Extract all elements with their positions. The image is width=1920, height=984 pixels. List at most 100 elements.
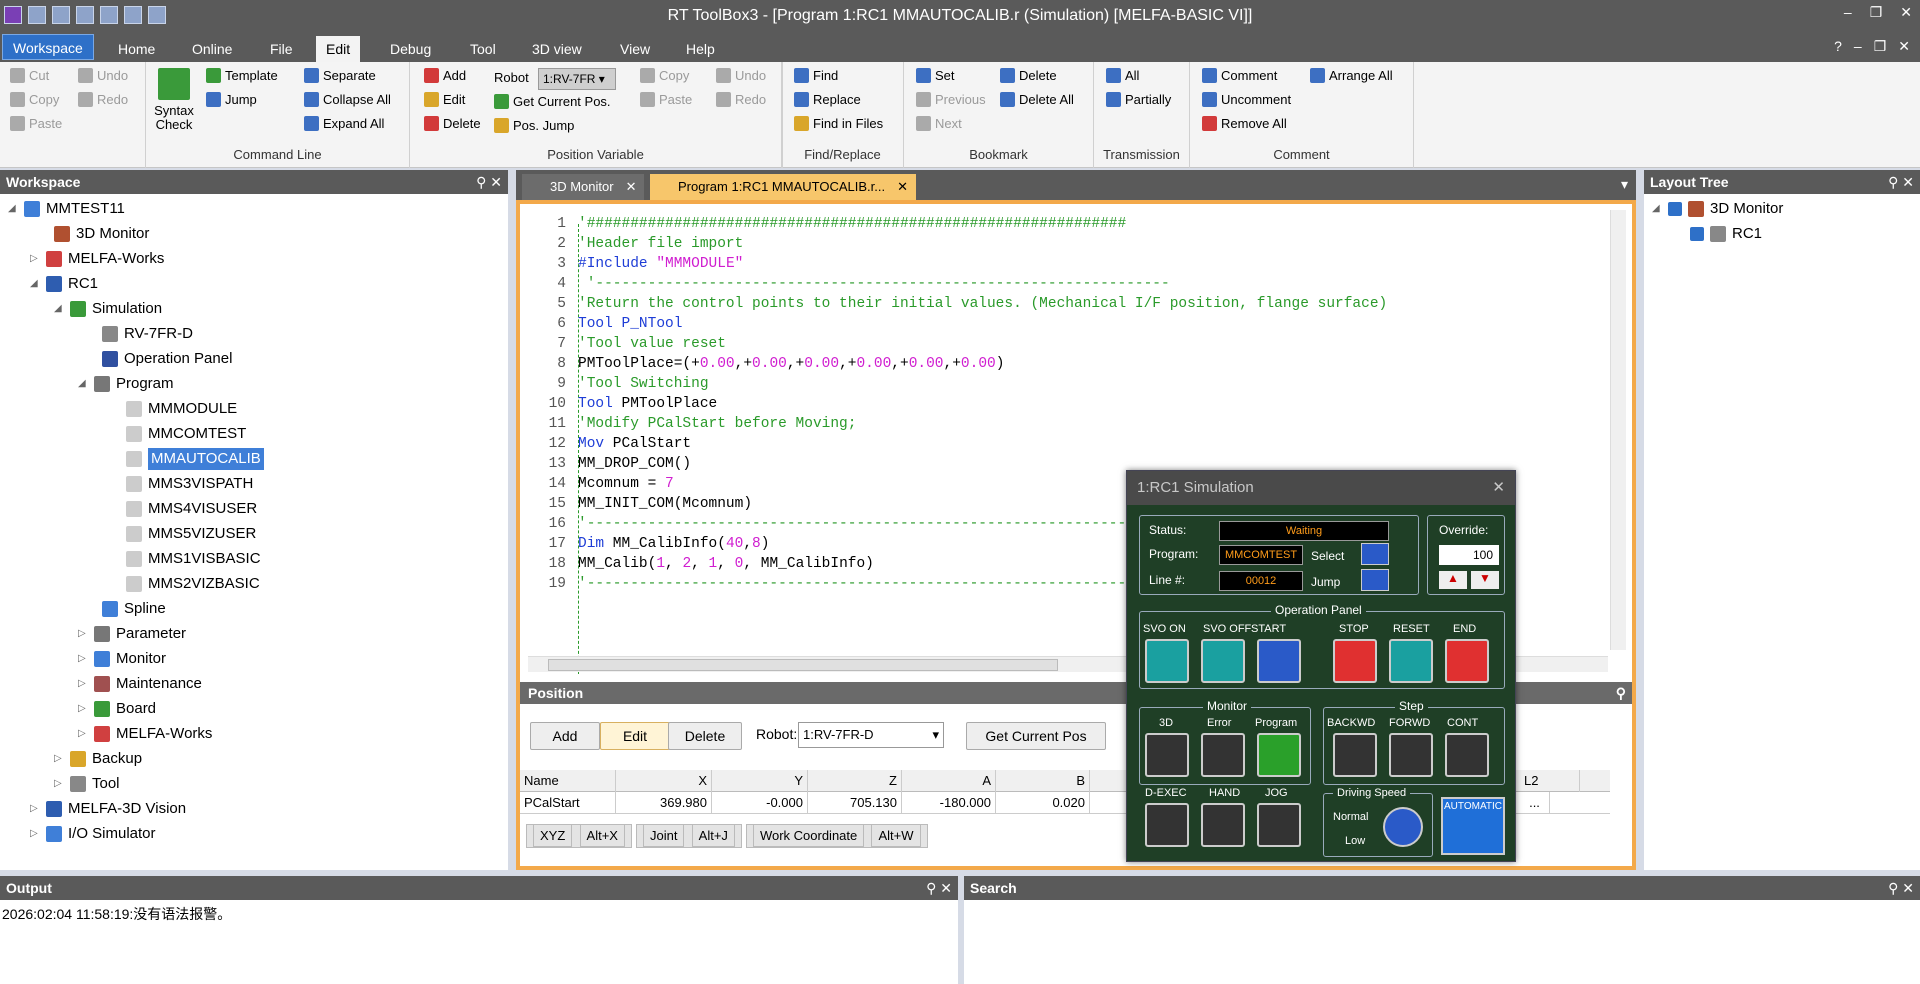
select-program-button[interactable]	[1361, 543, 1389, 565]
minimize-icon[interactable]: –	[1844, 4, 1852, 21]
find-in-files-button[interactable]: Find in Files	[794, 116, 883, 131]
tree-item-spline[interactable]: Spline	[86, 598, 166, 620]
tree-item-io-simulator[interactable]: ▷ I/O Simulator	[30, 823, 156, 845]
direct-exec-button[interactable]	[1145, 803, 1189, 847]
tree-item-project[interactable]: ◢ MMTEST11	[8, 198, 125, 220]
close-icon[interactable]: ✕	[1492, 471, 1505, 505]
tab-home[interactable]: Home	[108, 36, 165, 62]
layout-item-3d-monitor[interactable]: ◢ 3D Monitor	[1652, 198, 1783, 220]
close-icon[interactable]: ✕	[940, 880, 952, 896]
monitor-program-button[interactable]	[1257, 733, 1301, 777]
bookmark-previous-button[interactable]: Previous	[916, 92, 986, 107]
pin-icon[interactable]: ⚲	[476, 174, 486, 190]
pin-icon[interactable]: ⚲	[1888, 880, 1898, 896]
uncomment-button[interactable]: Uncomment	[1202, 92, 1291, 107]
start-button[interactable]	[1257, 639, 1301, 683]
tree-item-program-file[interactable]: MMMODULE	[110, 398, 237, 420]
tab-edit[interactable]: Edit	[316, 36, 361, 62]
row-more-button[interactable]: ...	[1520, 792, 1550, 814]
tab-debug[interactable]: Debug	[380, 36, 441, 62]
end-button[interactable]	[1445, 639, 1489, 683]
svo-on-button[interactable]	[1145, 639, 1189, 683]
svo-off-button[interactable]	[1201, 639, 1245, 683]
tab-online[interactable]: Online	[182, 36, 242, 62]
column-header-name[interactable]: Name	[520, 770, 616, 792]
column-header-l2[interactable]: L2	[1520, 770, 1580, 792]
pos-edit-button[interactable]: Edit	[424, 92, 465, 107]
tree-item-melfa-works[interactable]: ▷ MELFA-Works	[78, 723, 212, 745]
tab-view[interactable]: View	[610, 36, 660, 62]
paste-button[interactable]: Paste	[10, 116, 62, 131]
tab-work-coordinate[interactable]: Work Coordinate Alt+W	[745, 824, 928, 848]
column-header-y[interactable]: Y	[712, 770, 808, 792]
copy-button[interactable]: Copy	[10, 92, 59, 107]
position-robot-select[interactable]: 1:RV-7FR-D ▾	[798, 722, 944, 748]
mdi-restore-icon[interactable]: ❐	[1874, 38, 1887, 55]
separate-button[interactable]: Separate	[304, 68, 376, 83]
redo-button[interactable]: Redo	[78, 92, 128, 107]
close-tab-icon[interactable]: ✕	[626, 179, 637, 194]
pos-delete-button[interactable]: Delete	[424, 116, 481, 131]
find-button[interactable]: Find	[794, 68, 838, 83]
comment-button[interactable]: Comment	[1202, 68, 1277, 83]
arrange-all-button[interactable]: Arrange All	[1310, 68, 1393, 83]
tree-item-maintenance[interactable]: ▷ Maintenance	[78, 673, 202, 695]
tree-item-operation-panel[interactable]: Operation Panel	[86, 348, 232, 370]
hand-button[interactable]	[1201, 803, 1245, 847]
mdi-minimize-icon[interactable]: –	[1854, 38, 1862, 55]
transmit-partially-button[interactable]: Partially	[1106, 92, 1171, 107]
column-header-a[interactable]: A	[902, 770, 996, 792]
bookmark-delete-all-button[interactable]: Delete All	[1000, 92, 1074, 107]
position-get-current-pos-button[interactable]: Get Current Pos	[966, 722, 1106, 750]
bookmark-next-button[interactable]: Next	[916, 116, 962, 131]
tab-workspace[interactable]: Workspace	[2, 34, 94, 60]
monitor-3d-button[interactable]	[1145, 733, 1189, 777]
pos-add-button[interactable]: Add	[424, 68, 466, 83]
jump-line-button[interactable]	[1361, 569, 1389, 591]
get-current-pos-button[interactable]: Get Current Pos.	[494, 94, 611, 109]
tab-3d-monitor[interactable]: 3D Monitor ✕	[522, 174, 645, 200]
column-header-z[interactable]: Z	[808, 770, 902, 792]
column-header-b[interactable]: B	[996, 770, 1090, 792]
position-add-button[interactable]: Add	[530, 722, 600, 750]
override-up-button[interactable]: ▲	[1439, 571, 1467, 589]
tree-item-melfa-works[interactable]: ▷ MELFA-Works	[30, 248, 164, 270]
tree-item-robot[interactable]: RV-7FR-D	[86, 323, 193, 345]
pin-icon[interactable]: ⚲	[1888, 174, 1898, 190]
close-icon[interactable]: ✕	[490, 174, 502, 190]
tree-item-program-file[interactable]: MMS1VISBASIC	[110, 548, 261, 570]
tree-item-program-file[interactable]: MMS4VISUSER	[110, 498, 257, 520]
tree-item-program-file[interactable]: MMCOMTEST	[110, 423, 246, 445]
edit-paste-button[interactable]: Paste	[640, 92, 692, 107]
tab-joint[interactable]: Joint Alt+J	[635, 824, 742, 848]
layout-item-rc1[interactable]: RC1	[1690, 223, 1762, 245]
bookmark-delete-button[interactable]: Delete	[1000, 68, 1057, 83]
tab-tool[interactable]: Tool	[460, 36, 506, 62]
robot-select[interactable]: 1:RV-7FR ▾	[538, 68, 616, 90]
pos-jump-button[interactable]: Pos. Jump	[494, 118, 574, 133]
tree-item-program-file[interactable]: MMS5VIZUSER	[110, 523, 256, 545]
reset-button[interactable]	[1389, 639, 1433, 683]
close-icon[interactable]: ✕	[1902, 174, 1914, 190]
pin-icon[interactable]: ⚲	[926, 880, 936, 896]
bookmark-set-button[interactable]: Set	[916, 68, 955, 83]
checkbox-icon[interactable]	[1668, 202, 1682, 216]
tree-item-simulation[interactable]: ◢ Simulation	[54, 298, 162, 320]
tree-item-program-file[interactable]: MMS2VIZBASIC	[110, 573, 260, 595]
edit-redo-button[interactable]: Redo	[716, 92, 766, 107]
tree-item-melfa-3d-vision[interactable]: ▷ MELFA-3D Vision	[30, 798, 186, 820]
tree-item-3d-monitor[interactable]: 3D Monitor	[38, 223, 149, 245]
tree-item-monitor[interactable]: ▷ Monitor	[78, 648, 166, 670]
tab-3d-view[interactable]: 3D view	[522, 36, 592, 62]
close-icon[interactable]: ✕	[1900, 4, 1912, 21]
tab-help[interactable]: Help	[676, 36, 725, 62]
position-delete-button[interactable]: Delete	[668, 722, 742, 750]
speed-dial[interactable]	[1383, 807, 1423, 847]
tree-item-program-file[interactable]: MMAUTOCALIB	[110, 448, 264, 470]
mdi-close-icon[interactable]: ✕	[1898, 38, 1910, 55]
continue-button[interactable]	[1445, 733, 1489, 777]
tab-list-icon[interactable]: ▾	[1621, 176, 1628, 193]
tab-xyz[interactable]: XYZ Alt+X	[526, 824, 632, 848]
close-icon[interactable]: ✕	[1902, 880, 1914, 896]
tree-item-backup[interactable]: ▷ Backup	[54, 748, 142, 770]
